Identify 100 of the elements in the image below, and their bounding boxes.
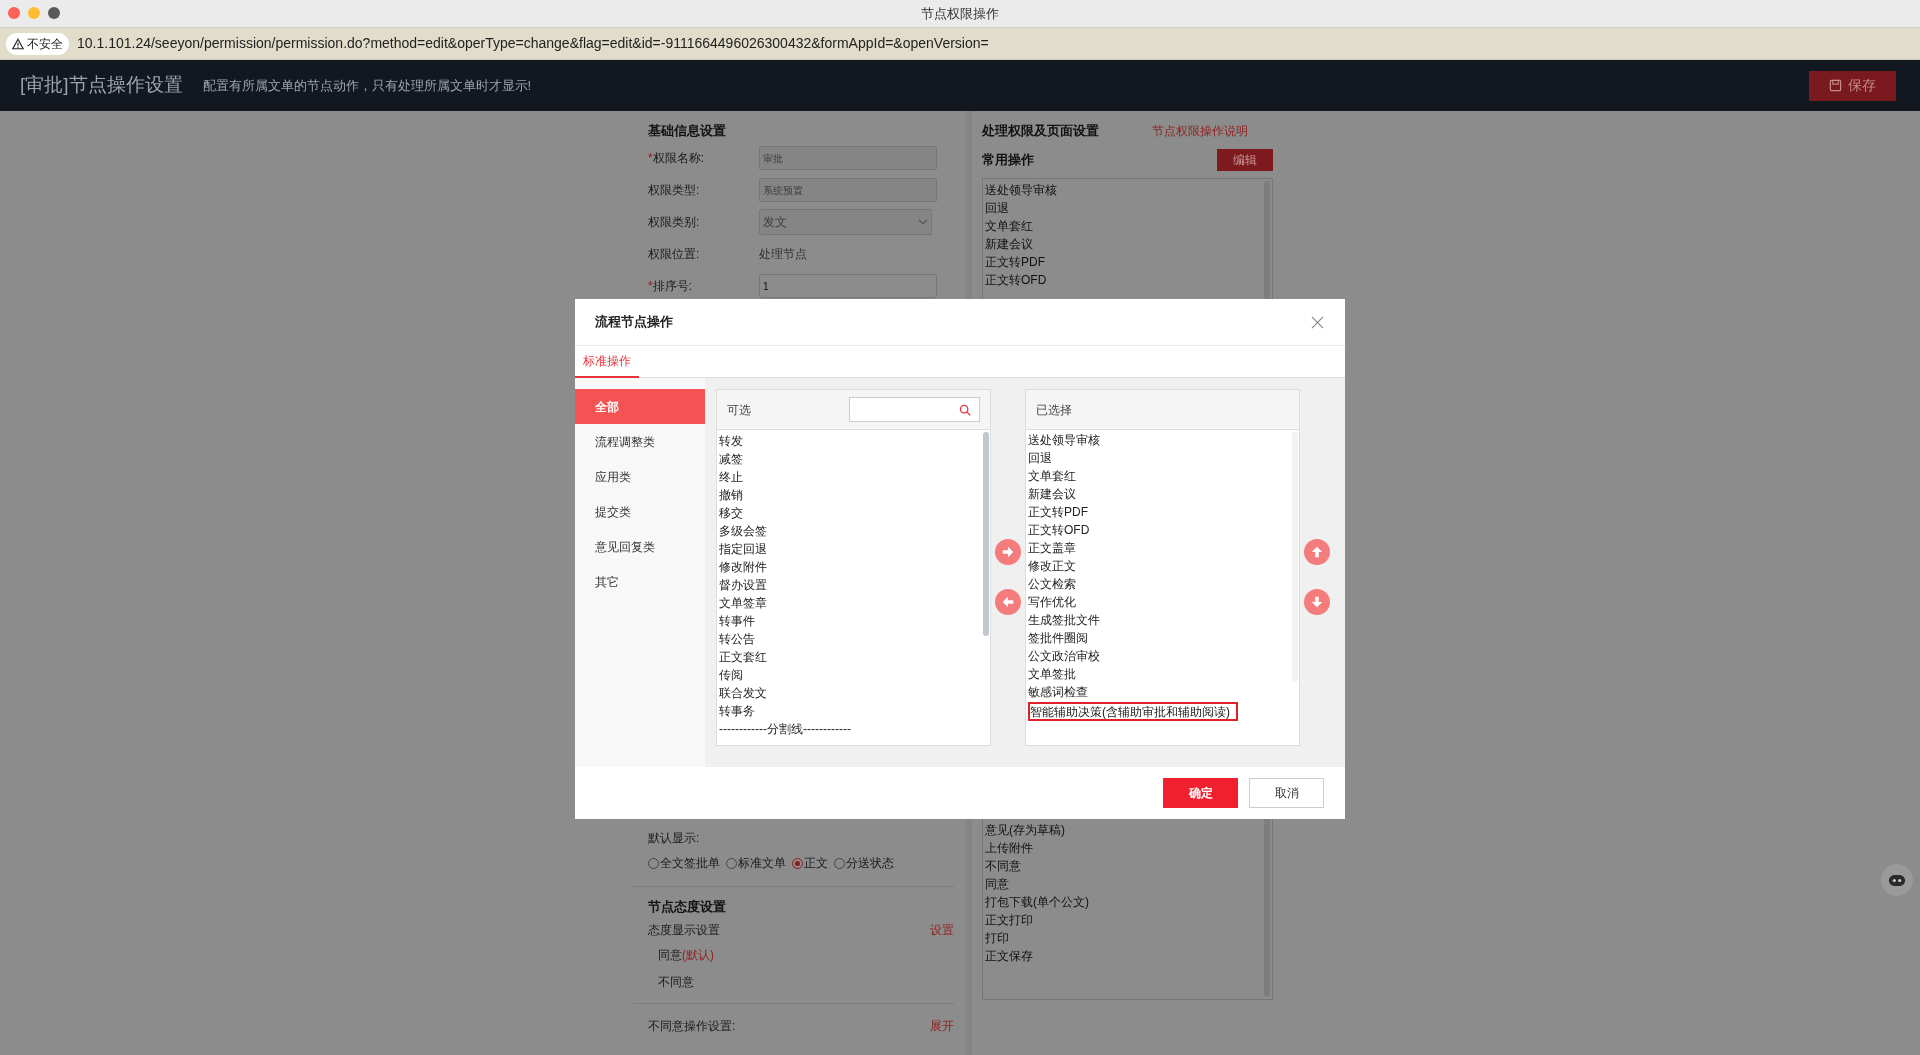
remove-left-button[interactable] xyxy=(995,589,1021,615)
list-item[interactable]: 文单套红 xyxy=(1028,468,1076,484)
list-item[interactable]: 生成签批文件 xyxy=(1028,612,1100,628)
list-item[interactable]: 转公告 xyxy=(719,630,990,648)
section-title: 常用操作 xyxy=(982,151,1034,170)
list-item[interactable]: 文单签批 xyxy=(1028,666,1076,682)
list-item[interactable]: 公文检索 xyxy=(1028,576,1076,592)
warning-icon xyxy=(12,37,24,50)
list-item[interactable]: 送处领导审核 xyxy=(1028,432,1100,448)
radio-option[interactable]: 标准文单 xyxy=(726,854,786,872)
move-up-button[interactable] xyxy=(1304,539,1330,565)
section-title: 处理权限及页面设置 xyxy=(982,122,1100,141)
list-item[interactable]: 督办设置 xyxy=(719,576,990,594)
list-item[interactable]: 减签 xyxy=(719,450,990,468)
field-label: *排序号: xyxy=(648,278,693,295)
list-item: 正文保存 xyxy=(985,948,1034,965)
list-item[interactable]: 指定回退 xyxy=(719,540,990,558)
list-item: 同意 xyxy=(985,876,1010,893)
cancel-button[interactable]: 取消 xyxy=(1249,778,1324,808)
robot-icon xyxy=(1888,873,1906,887)
list-item[interactable]: 转发 xyxy=(719,432,990,450)
list-item[interactable]: 转事件 xyxy=(719,612,990,630)
attitude-item: 不同意 xyxy=(658,973,694,991)
field-label: 权限类型: xyxy=(648,182,701,199)
close-button[interactable] xyxy=(8,7,20,19)
move-up-icon xyxy=(1310,545,1324,559)
list-item[interactable]: 传阅 xyxy=(719,666,990,684)
security-badge[interactable]: 不安全 xyxy=(6,32,69,55)
confirm-button[interactable]: 确定 xyxy=(1163,778,1238,808)
list-item[interactable]: 修改附件 xyxy=(719,558,990,576)
field-label: 权限类别: xyxy=(648,214,701,231)
list-item[interactable]: ------------分割线------------ xyxy=(719,720,990,738)
remove-left-icon xyxy=(1001,595,1015,609)
list-item: 意见(存为草稿) xyxy=(985,822,1066,839)
window-title: 节点权限操作 xyxy=(921,4,999,23)
list-item[interactable]: 正文转OFD xyxy=(1028,522,1090,538)
move-down-button[interactable] xyxy=(1304,589,1330,615)
zoom-button[interactable] xyxy=(48,7,60,19)
list-item[interactable]: 转事务 xyxy=(719,702,990,720)
list-item: 回退 xyxy=(985,200,1010,217)
list-item[interactable]: 回退 xyxy=(1028,450,1052,466)
category-item[interactable]: 意见回复类 xyxy=(575,529,705,564)
radio-option[interactable]: 分送状态 xyxy=(834,854,894,872)
page-title: [审批]节点操作设置 xyxy=(20,73,183,98)
list-item[interactable]: 移交 xyxy=(719,504,990,522)
add-right-icon xyxy=(1001,545,1015,559)
edit-button[interactable]: 编辑 xyxy=(1217,149,1273,171)
field-value: 处理节点 xyxy=(759,246,807,263)
save-button[interactable]: 保存 xyxy=(1809,70,1896,101)
list-item[interactable]: 终止 xyxy=(719,468,990,486)
save-icon xyxy=(1829,79,1842,92)
close-icon xyxy=(1310,315,1324,329)
list-item[interactable]: 联合发文 xyxy=(719,684,990,702)
setting-label: 态度显示设置 xyxy=(648,922,720,939)
section-title: 基础信息设置 xyxy=(648,122,727,141)
list-item[interactable]: 修改正文 xyxy=(1028,558,1076,574)
list-item: 正文转OFD xyxy=(985,272,1048,289)
list-item[interactable]: 签批件圈阅 xyxy=(1028,630,1088,646)
list-item: 文单套红 xyxy=(985,218,1034,235)
page-subtitle: 配置有所属文单的节点动作，只有处理所属文单时才显示! xyxy=(202,76,532,95)
category-item[interactable]: 提交类 xyxy=(575,494,705,529)
list-item: 打包下载(单个公文) xyxy=(985,894,1090,911)
list-item[interactable]: 新建会议 xyxy=(1028,486,1076,502)
list-item[interactable]: 正文盖章 xyxy=(1028,540,1076,556)
list-item[interactable]: 智能辅助决策(含辅助审批和辅助阅读) xyxy=(1028,702,1238,721)
dialog-title: 流程节点操作 xyxy=(595,313,673,332)
field-label: 权限位置: xyxy=(648,246,701,263)
setting-label: 不同意操作设置: xyxy=(648,1018,736,1035)
chevron-down-icon xyxy=(918,219,928,225)
search-icon xyxy=(959,403,971,416)
radio-option[interactable]: 全文签批单 xyxy=(648,854,720,872)
minimize-button[interactable] xyxy=(28,7,40,19)
category-item[interactable]: 流程调整类 xyxy=(575,424,705,459)
radio-option[interactable]: 正文 xyxy=(792,854,828,872)
text-field[interactable]: 1 xyxy=(759,274,937,298)
category-item[interactable]: 应用类 xyxy=(575,459,705,494)
field-label: *权限名称: xyxy=(648,150,705,167)
field-label: 默认显示: xyxy=(648,830,701,847)
url-text[interactable]: 10.1.101.24/seeyon/permission/permission.do?method=edit&operType=change&flag=edit&id=-9111664496026300432&formAppId=&openVersion= xyxy=(77,33,989,54)
search-field[interactable] xyxy=(849,397,980,422)
panel-title: 已选择 xyxy=(1036,401,1072,419)
add-right-button[interactable] xyxy=(995,539,1021,565)
list-item: 新建会议 xyxy=(985,236,1034,253)
list-item: 上传附件 xyxy=(985,840,1034,857)
list-item[interactable]: 多级会签 xyxy=(719,522,990,540)
list-item[interactable]: 文单签章 xyxy=(719,594,990,612)
list-item: 打印 xyxy=(985,930,1010,947)
list-item: 送处领导审核 xyxy=(985,182,1058,199)
list-item[interactable]: 公文政治审校 xyxy=(1028,648,1100,664)
move-down-icon xyxy=(1310,595,1324,609)
list-item[interactable]: 撤销 xyxy=(719,486,990,504)
list-item[interactable]: 写作优化 xyxy=(1028,594,1076,610)
assistant-button[interactable] xyxy=(1881,864,1913,896)
list-item[interactable]: 敏感词检查 xyxy=(1028,684,1088,700)
list-item: 正文转PDF xyxy=(985,254,1046,271)
close-button[interactable] xyxy=(1309,314,1325,330)
list-item[interactable]: 正文转PDF xyxy=(1028,504,1088,520)
list-item[interactable]: 正文套红 xyxy=(719,648,990,666)
category-item[interactable]: 其它 xyxy=(575,564,705,599)
attitude-item: 同意(默认) xyxy=(658,946,714,964)
